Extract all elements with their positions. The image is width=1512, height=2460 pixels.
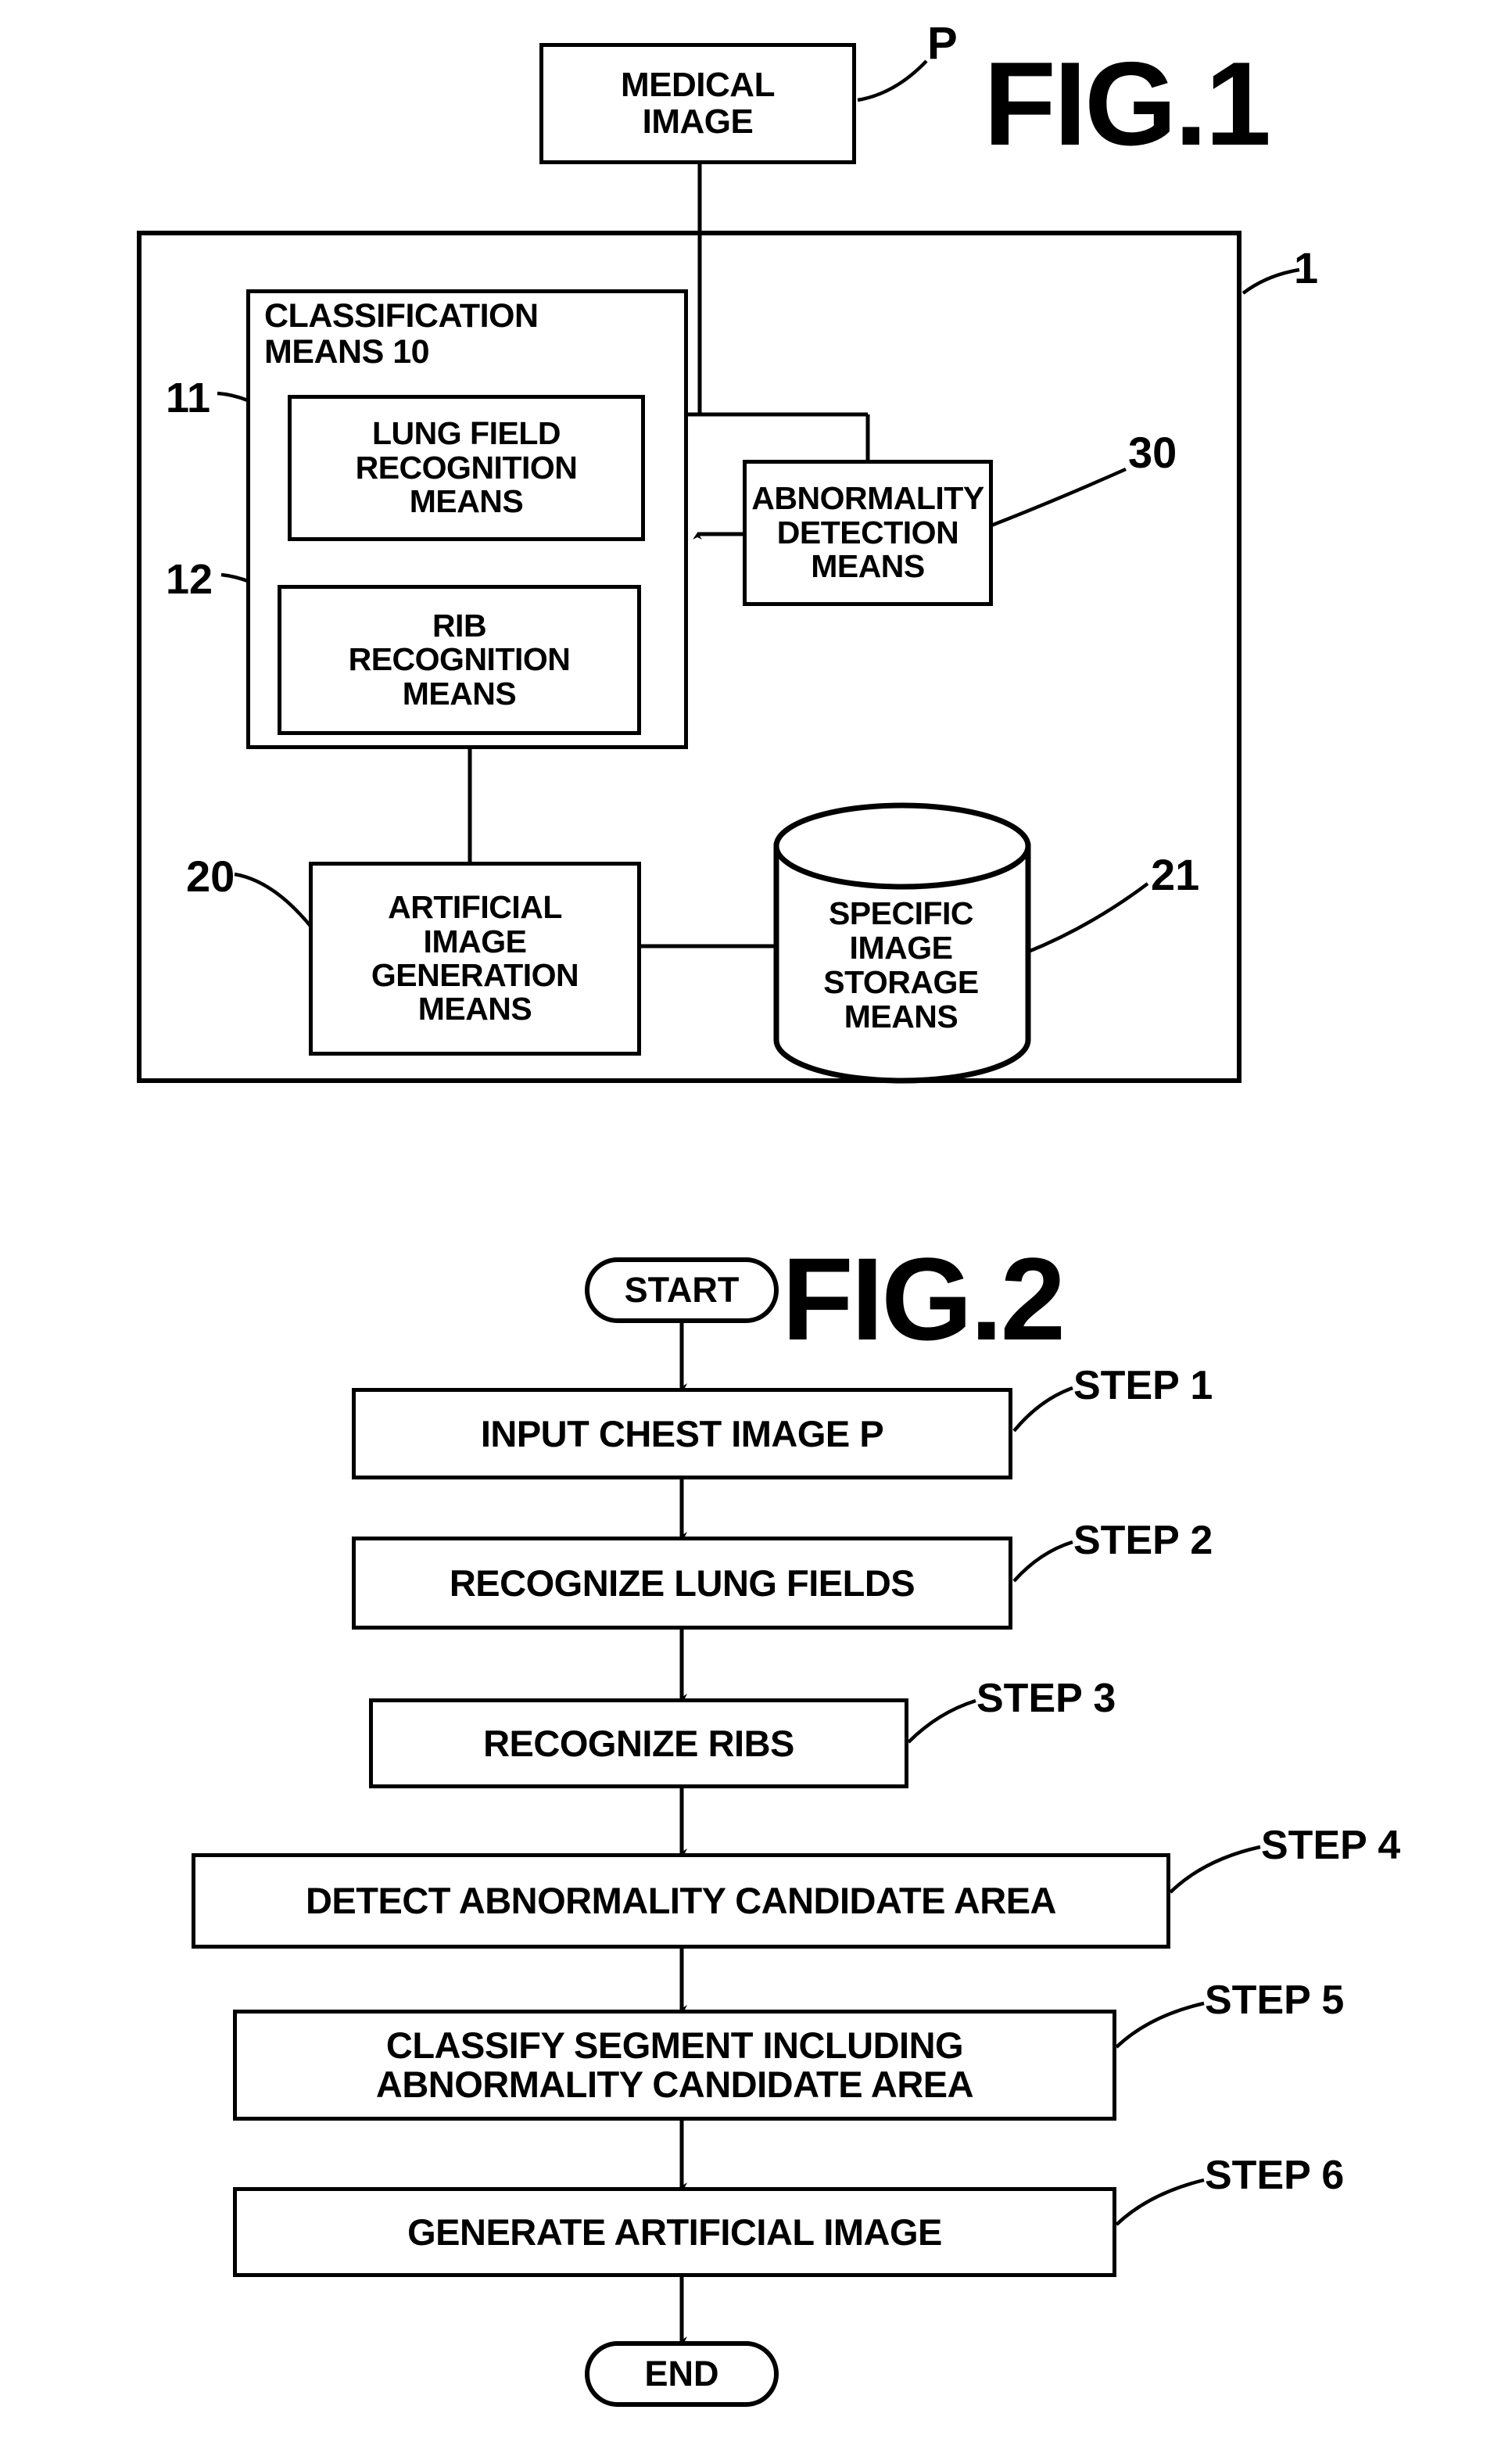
rib-recognition-means-box: RIB RECOGNITION MEANS xyxy=(278,585,641,735)
flow-start-label: START xyxy=(624,1270,740,1310)
ref-1-label: 1 xyxy=(1294,243,1319,292)
step-1-ref-label: STEP 1 xyxy=(1073,1363,1213,1408)
step-6-box: GENERATE ARTIFICIAL IMAGE xyxy=(233,2187,1116,2277)
patent-drawing-sheet: FIG.1 MEDICAL IMAGE P 1 CLASSIFICATION M… xyxy=(0,0,1512,2460)
ref-12-label: 12 xyxy=(166,556,213,603)
step-3-ref-label: STEP 3 xyxy=(976,1676,1116,1721)
figure1-title: FIG.1 xyxy=(984,38,1271,170)
leader-1 xyxy=(1241,267,1300,295)
figure2-title: FIG.2 xyxy=(782,1233,1066,1364)
step-6-ref-label: STEP 6 xyxy=(1205,2153,1345,2198)
step-1-box: INPUT CHEST IMAGE P xyxy=(352,1388,1012,1479)
step-2-ref-label: STEP 2 xyxy=(1073,1518,1213,1563)
step-4-text: DETECT ABNORMALITY CANDIDATE AREA xyxy=(305,1880,1057,1922)
artificial-image-generation-means-box: ARTIFICIAL IMAGE GENERATION MEANS xyxy=(309,862,641,1056)
step-5-text: CLASSIFY SEGMENT INCLUDING ABNORMALITY C… xyxy=(375,2024,974,2105)
step-3-box: RECOGNIZE RIBS xyxy=(369,1698,908,1788)
lung-field-recognition-means-label: LUNG FIELD RECOGNITION MEANS xyxy=(355,415,578,520)
classification-means-title: CLASSIFICATION MEANS 10 xyxy=(264,297,539,371)
medical-image-label: MEDICAL IMAGE xyxy=(621,65,775,141)
ref-30-label: 30 xyxy=(1128,428,1177,477)
step-5-ref-label: STEP 5 xyxy=(1205,1978,1345,2023)
abnormality-detection-means-label: ABNORMALITY DETECTION MEANS xyxy=(751,480,984,585)
step-2-text: RECOGNIZE LUNG FIELDS xyxy=(449,1562,915,1604)
medical-image-box: MEDICAL IMAGE xyxy=(539,43,856,164)
flow-start-terminator: START xyxy=(585,1257,779,1323)
abnormality-detection-means-box: ABNORMALITY DETECTION MEANS xyxy=(743,460,993,606)
flow-end-terminator: END xyxy=(585,2341,779,2407)
lung-field-recognition-means-box: LUNG FIELD RECOGNITION MEANS xyxy=(288,395,645,541)
rib-recognition-means-label: RIB RECOGNITION MEANS xyxy=(348,607,571,712)
step-4-box: DETECT ABNORMALITY CANDIDATE AREA xyxy=(192,1853,1170,1949)
step-1-text: INPUT CHEST IMAGE P xyxy=(480,1412,884,1454)
step-6-text: GENERATE ARTIFICIAL IMAGE xyxy=(407,2211,942,2253)
ref-20-label: 20 xyxy=(186,852,235,901)
flow-end-label: END xyxy=(644,2354,719,2394)
artificial-image-generation-means-label: ARTIFICIAL IMAGE GENERATION MEANS xyxy=(371,889,579,1027)
step-5-box: CLASSIFY SEGMENT INCLUDING ABNORMALITY C… xyxy=(233,2010,1116,2121)
specific-image-storage-label: SPECIFIC IMAGE STORAGE MEANS xyxy=(823,895,979,1035)
ref-11-label: 11 xyxy=(166,375,211,421)
ref-P-label: P xyxy=(927,18,958,69)
step-3-text: RECOGNIZE RIBS xyxy=(483,1722,794,1764)
step-4-ref-label: STEP 4 xyxy=(1261,1823,1401,1868)
leader-P xyxy=(857,59,928,102)
step-2-box: RECOGNIZE LUNG FIELDS xyxy=(352,1537,1012,1630)
ref-21-label: 21 xyxy=(1151,850,1200,899)
